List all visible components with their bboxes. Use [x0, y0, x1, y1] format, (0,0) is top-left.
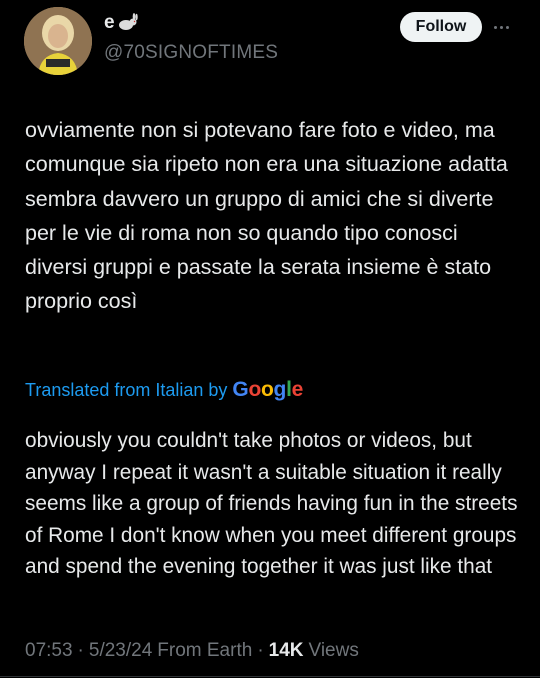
post-time[interactable]: 07:53 — [25, 640, 73, 662]
author-display-name[interactable]: e — [104, 12, 115, 34]
more-horizontal-icon[interactable] — [494, 19, 514, 35]
post-location: From Earth — [157, 640, 253, 661]
rabbit-icon — [118, 13, 140, 33]
meta-separator: · — [257, 640, 264, 661]
post-metadata: 07:53 · 5/23/24 From Earth · 14K Views — [25, 640, 359, 662]
post-date[interactable]: 5/23/24 — [89, 640, 152, 662]
post-translated-text: obviously you couldn't take photos or vi… — [25, 429, 518, 579]
divider — [0, 676, 540, 677]
author-handle[interactable]: @70SIGNOFTIMES — [104, 42, 278, 64]
translation-attribution[interactable]: Translated from Italian by Google — [25, 378, 303, 402]
user-avatar[interactable] — [24, 7, 92, 75]
post-original-text: ovviamente non si potevano fare foto e v… — [25, 118, 508, 314]
translation-label[interactable]: Translated from Italian by — [25, 380, 227, 401]
google-logo: Google — [232, 378, 303, 401]
meta-separator: · — [77, 640, 84, 661]
views-label: Views — [308, 640, 359, 661]
avatar-photo — [24, 7, 92, 75]
views-count[interactable]: 14K — [269, 640, 304, 662]
author-name-row[interactable]: e — [104, 12, 140, 34]
follow-button[interactable]: Follow — [400, 12, 482, 42]
post-header: e @70SIGNOFTIMES Follow — [0, 0, 540, 90]
